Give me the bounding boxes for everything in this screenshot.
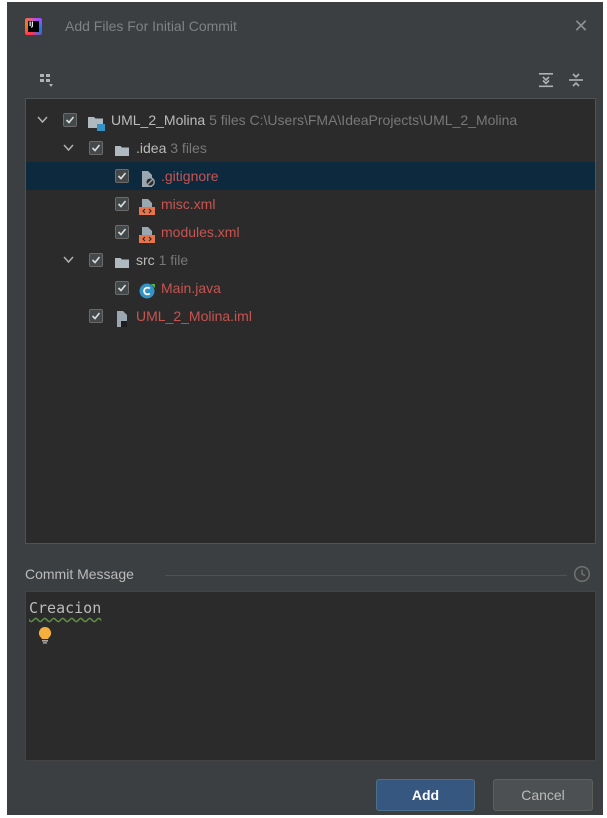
close-button[interactable]: ✕: [569, 15, 593, 39]
chevron-down-icon[interactable]: [63, 134, 75, 162]
checkbox-gitignore[interactable]: [115, 169, 129, 183]
tree-row-modules-xml[interactable]: modules.xml: [26, 218, 595, 246]
commit-message-text[interactable]: Creacion: [29, 599, 101, 617]
root-path: C:\Users\FMA\IdeaProjects\UML_2_Molina: [249, 112, 518, 128]
lightbulb-icon[interactable]: [38, 626, 52, 648]
checkbox-modules-xml[interactable]: [115, 225, 129, 239]
collapse-all-icon[interactable]: [568, 72, 584, 92]
module-file-icon: [114, 308, 131, 327]
xml-file-icon: [139, 224, 156, 243]
history-clock-icon[interactable]: [573, 565, 591, 587]
add-button[interactable]: Add: [376, 779, 475, 811]
root-file-count: 5 files: [209, 112, 246, 128]
tree-row-src-folder[interactable]: src 1 file: [26, 246, 595, 274]
dialog-title: Add Files For Initial Commit: [65, 18, 237, 34]
module-folder-icon: [88, 112, 105, 131]
tree-row-gitignore[interactable]: .gitignore: [26, 162, 595, 190]
tree-row-root[interactable]: UML_2_Molina 5 files C:\Users\FMA\IdeaPr…: [26, 106, 595, 134]
commit-message-label: Commit Message: [25, 566, 134, 582]
src-file-count: 1 file: [158, 252, 189, 268]
folder-icon: [114, 140, 131, 156]
chevron-down-icon[interactable]: [37, 106, 49, 134]
section-divider: [165, 575, 567, 576]
misc-xml-label: misc.xml: [161, 196, 216, 212]
iml-label: UML_2_Molina.iml: [136, 308, 252, 324]
commit-message-editor[interactable]: Creacion: [25, 591, 596, 761]
checkbox-iml[interactable]: [89, 309, 103, 323]
tree-row-iml[interactable]: UML_2_Molina.iml: [26, 302, 595, 330]
group-by-icon[interactable]: [39, 72, 55, 92]
xml-file-icon: [139, 196, 156, 215]
gitignore-file-icon: [139, 168, 156, 187]
root-label: UML_2_Molina: [111, 112, 206, 128]
tree-row-idea-folder[interactable]: .idea 3 files: [26, 134, 595, 162]
checkbox-root[interactable]: [63, 113, 77, 127]
checkbox-idea-folder[interactable]: [89, 141, 103, 155]
checkbox-misc-xml[interactable]: [115, 197, 129, 211]
file-tree: UML_2_Molina 5 files C:\Users\FMA\IdeaPr…: [25, 98, 596, 544]
folder-icon: [114, 252, 131, 268]
tree-row-main-java[interactable]: Main.java: [26, 274, 595, 302]
src-folder-label: src: [136, 252, 155, 268]
main-java-label: Main.java: [161, 280, 221, 296]
checkbox-main-java[interactable]: [115, 281, 129, 295]
add-files-dialog: IJ Add Files For Initial Commit ✕ UML_2_…: [7, 2, 603, 815]
tree-row-misc-xml[interactable]: misc.xml: [26, 190, 595, 218]
idea-file-count: 3 files: [170, 140, 207, 156]
cancel-button[interactable]: Cancel: [493, 779, 593, 811]
gitignore-label: .gitignore: [161, 168, 219, 184]
checkbox-src-folder[interactable]: [89, 253, 103, 267]
intellij-idea-icon: IJ: [25, 18, 42, 35]
java-class-icon: [139, 280, 156, 299]
modules-xml-label: modules.xml: [161, 224, 240, 240]
chevron-down-icon[interactable]: [63, 246, 75, 274]
title-bar: IJ Add Files For Initial Commit ✕: [7, 2, 603, 50]
expand-all-icon[interactable]: [538, 72, 554, 92]
idea-folder-label: .idea: [136, 140, 167, 156]
